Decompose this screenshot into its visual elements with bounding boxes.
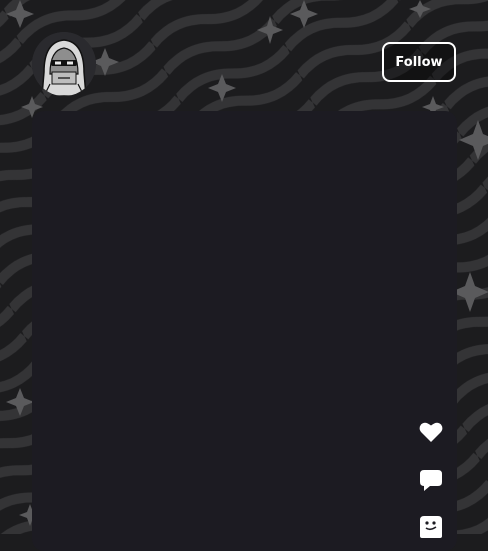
comment-bubble-icon xyxy=(420,470,442,491)
share-button[interactable] xyxy=(418,513,444,539)
like-button[interactable] xyxy=(418,419,444,445)
avatar[interactable] xyxy=(32,32,96,96)
share-face-icon xyxy=(420,516,442,538)
heart-icon xyxy=(419,422,443,442)
follow-button[interactable]: Follow xyxy=(382,42,456,82)
comment-button[interactable] xyxy=(418,467,444,493)
hooded-figure-icon xyxy=(32,32,96,96)
post-content-card[interactable] xyxy=(32,111,457,551)
